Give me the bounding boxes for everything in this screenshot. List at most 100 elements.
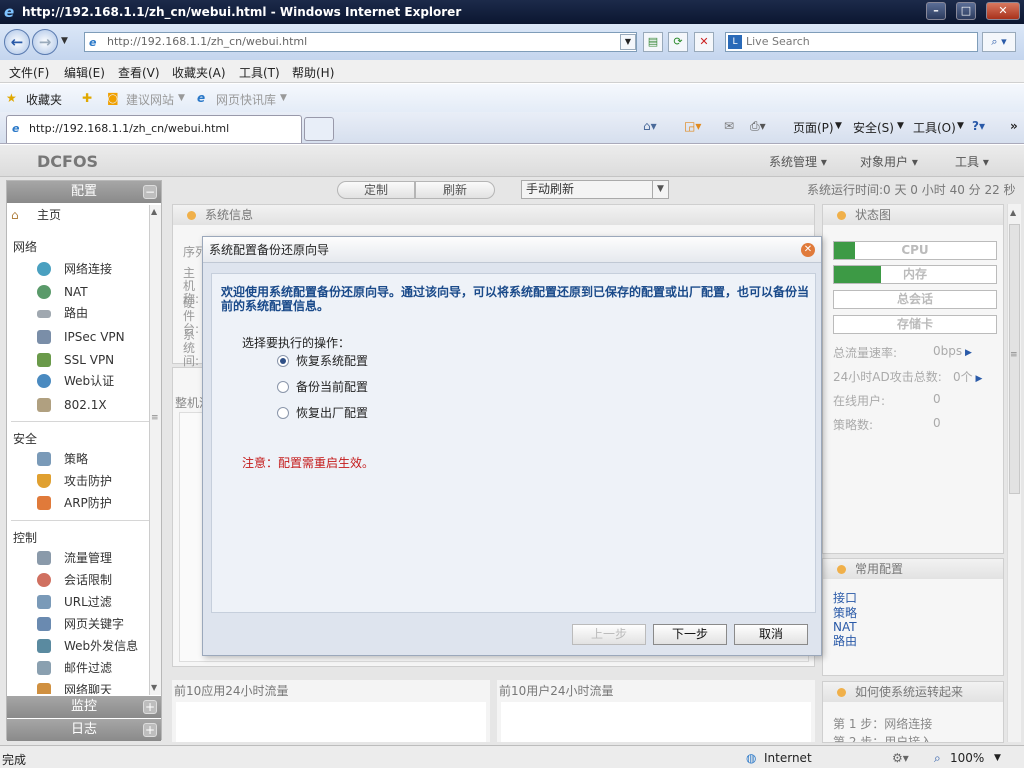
sidebar-item-url-filter[interactable]: URL过滤 (7, 592, 147, 612)
live-search-input[interactable]: L Live Search (725, 32, 978, 52)
backup-config-radio[interactable] (277, 381, 289, 393)
top-users-content (501, 702, 811, 742)
system-info-title: 系统信息 (205, 208, 254, 222)
back-button[interactable]: ← (4, 29, 30, 55)
restore-config-label[interactable]: 恢复系统配置 (296, 352, 368, 369)
window-title-bar: e http://192.168.1.1/zh_cn/webui.html - … (0, 0, 1024, 24)
page-menu[interactable]: 页面(P) (793, 119, 834, 136)
sidebar-item-mail-filter[interactable]: 邮件过滤 (7, 658, 147, 678)
recent-pages-dropdown-icon[interactable]: ▼ (61, 36, 68, 46)
sidebar-config-header[interactable]: 配置 − (7, 181, 161, 203)
sidebar-monitor-header[interactable]: 监控 + (7, 696, 161, 718)
factory-reset-radio[interactable] (277, 407, 289, 419)
zoom-dropdown-icon[interactable]: ▼ (994, 753, 1001, 763)
menu-view[interactable]: 查看(V) (118, 64, 160, 81)
refresh-mode-select[interactable]: 手动刷新 ▼ (521, 180, 669, 199)
menu-favorites[interactable]: 收藏夹(A) (172, 64, 226, 81)
scroll-grip-icon[interactable]: ≡ (151, 413, 159, 423)
tab-row: e http://192.168.1.1/zh_cn/webui.html ⌂▾… (0, 112, 1024, 144)
howto-step-1[interactable]: 第 1 步：网络连接 (833, 715, 932, 732)
help-icon[interactable]: ?▾ (972, 119, 985, 133)
favorites-button[interactable]: 收藏夹 (26, 91, 62, 108)
tools-menu[interactable]: 工具(O) (913, 119, 956, 136)
sidebar-item-web-outbound[interactable]: Web外发信息 (7, 636, 147, 656)
item-label: IPSec VPN (64, 330, 125, 344)
minimize-button[interactable]: – (926, 2, 946, 20)
safety-menu[interactable]: 安全(S) (853, 119, 894, 136)
sidebar-item-traffic-management[interactable]: 流量管理 (7, 548, 147, 568)
dialog-close-icon[interactable]: ✕ (801, 243, 815, 257)
sidebar-item-network-connection[interactable]: 网络连接 (7, 259, 147, 279)
sidebar-item-policy[interactable]: 策略 (7, 449, 147, 469)
expand-icon[interactable]: + (143, 723, 157, 737)
sidebar-item-route[interactable]: 路由 (7, 303, 147, 323)
link-route[interactable]: 路由 (833, 632, 857, 649)
scroll-down-icon[interactable]: ▼ (151, 683, 157, 692)
read-mail-icon[interactable]: ✉ (724, 119, 734, 133)
sidebar-item-8021x[interactable]: 802.1X (7, 395, 147, 415)
item-label: SSL VPN (64, 353, 115, 367)
protected-mode-icon[interactable]: ⚙▾ (892, 751, 909, 765)
stop-icon[interactable]: ✕ (694, 32, 714, 52)
howto-title: 如何使系统运转起来 (855, 685, 964, 699)
sidebar-item-home[interactable]: ⌂ 主页 (7, 205, 147, 225)
expand-icon[interactable]: + (143, 700, 157, 714)
sidebar-item-ipsec-vpn[interactable]: IPSec VPN (7, 327, 147, 347)
page-scrollbar[interactable]: ▲ ≡ (1007, 204, 1021, 742)
more-commands-icon[interactable]: » (1010, 119, 1018, 133)
sidebar-scrollbar[interactable]: ▲ ≡ ▼ (149, 205, 161, 695)
webslice-gallery-link[interactable]: 网页快讯库 (216, 91, 276, 108)
close-window-button[interactable]: ✕ (986, 2, 1020, 20)
search-icon[interactable]: ⌕ ▾ (982, 32, 1016, 52)
customize-button[interactable]: 定制 (337, 181, 415, 199)
object-users-menu[interactable]: 对象用户 ▾ (860, 153, 918, 170)
sidebar-item-nat[interactable]: NAT (7, 282, 147, 302)
next-step-button[interactable]: 下一步 (653, 624, 727, 645)
system-management-menu[interactable]: 系统管理 ▾ (769, 153, 827, 170)
tools-app-menu[interactable]: 工具 ▾ (955, 153, 989, 170)
address-bar[interactable]: e http://192.168.1.1/zh_cn/webui.html (84, 32, 637, 52)
menu-edit[interactable]: 编辑(E) (64, 64, 105, 81)
sidebar-item-ssl-vpn[interactable]: SSL VPN (7, 350, 147, 370)
address-dropdown-icon[interactable]: ▼ (620, 34, 636, 50)
sidebar-item-session-limit[interactable]: 会话限制 (7, 570, 147, 590)
cpu-usage-fill (834, 242, 856, 259)
total-traffic-value[interactable]: 0bps ▶ (933, 344, 972, 358)
refresh-button[interactable]: 刷新 (415, 181, 495, 199)
add-favorite-icon[interactable]: ✚ (82, 91, 92, 105)
restore-config-radio[interactable] (277, 355, 289, 367)
feeds-icon[interactable]: ◲▾ (684, 119, 701, 133)
forward-button[interactable]: → (32, 29, 58, 55)
collapse-icon[interactable]: − (143, 185, 157, 199)
scroll-up-icon[interactable]: ▲ (151, 207, 157, 216)
backup-config-label[interactable]: 备份当前配置 (296, 378, 368, 395)
zoom-level[interactable]: 100% (950, 751, 984, 765)
link-policy[interactable]: 策略 (833, 604, 857, 621)
scroll-grip-icon[interactable]: ≡ (1010, 350, 1018, 360)
app-logo: DCFOS (37, 152, 99, 171)
sessions-usage-bar: 总会话 (833, 290, 997, 309)
sidebar-item-web-auth[interactable]: Web认证 (7, 371, 147, 391)
scroll-up-icon[interactable]: ▲ (1010, 208, 1016, 217)
factory-reset-label[interactable]: 恢复出厂配置 (296, 404, 368, 421)
sidebar-item-web-keyword[interactable]: 网页关键字 (7, 614, 147, 634)
menu-tools[interactable]: 工具(T) (239, 64, 280, 81)
menu-file[interactable]: 文件(F) (9, 64, 49, 81)
menu-help[interactable]: 帮助(H) (292, 64, 334, 81)
sidebar-item-attack-defense[interactable]: 攻击防护 (7, 471, 147, 491)
refresh-icon[interactable]: ⟳ (668, 32, 688, 52)
sessions-label: 总会话 (896, 292, 933, 306)
sidebar-item-im-chat[interactable]: 网络聊天 (7, 680, 147, 694)
live-search-logo-icon: L (728, 35, 742, 49)
previous-step-button[interactable]: 上一步 (572, 624, 646, 645)
suggested-sites-link[interactable]: 建议网站 (126, 91, 174, 108)
sidebar-item-arp-defense[interactable]: ARP防护 (7, 493, 147, 513)
howto-step-2[interactable]: 第 2 步：用户接入 (833, 733, 932, 742)
ad-attacks-value[interactable]: 0个 ▶ (953, 368, 982, 385)
compatibility-icon[interactable]: ▤ (643, 32, 663, 52)
home-icon[interactable]: ⌂▾ (643, 119, 657, 133)
maximize-button[interactable]: □ (956, 2, 976, 20)
print-icon[interactable]: ⎙▾ (750, 119, 766, 134)
sidebar-log-header[interactable]: 日志 + (7, 719, 161, 741)
cancel-button[interactable]: 取消 (734, 624, 808, 645)
